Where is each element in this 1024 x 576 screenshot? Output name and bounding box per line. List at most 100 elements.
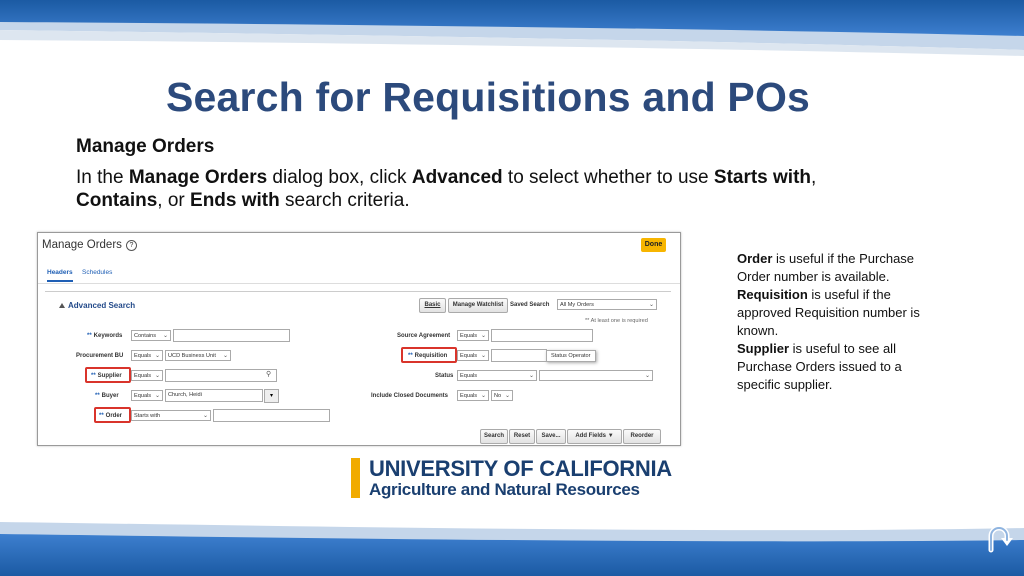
chevron-down-icon: ⌄ <box>154 353 160 359</box>
requisition-highlight <box>401 347 457 363</box>
add-fields-button[interactable]: Add Fields ▼ <box>567 429 622 444</box>
buyer-label: ** Buyer <box>95 393 119 399</box>
instruction-text: In the Manage Orders dialog box, click A… <box>76 166 936 212</box>
search-button[interactable]: Search <box>480 429 508 444</box>
keywords-input[interactable] <box>173 329 290 342</box>
status-label: Status <box>435 373 453 379</box>
logo-line-1: UNIVERSITY OF CALIFORNIA <box>369 456 672 481</box>
status-operator-select[interactable]: Equals ⌄ <box>457 370 537 381</box>
order-highlight <box>94 407 131 423</box>
saved-search-select[interactable]: All My Orders ⌄ <box>557 299 657 310</box>
chevron-down-icon: ⌄ <box>504 393 510 399</box>
instruction-bold: Starts with <box>713 167 812 188</box>
buyer-operator: Equals <box>134 393 152 399</box>
instruction-bold: Manage Orders <box>128 167 268 188</box>
order-operator-select[interactable]: Starts with ⌄ <box>131 410 211 421</box>
bottom-banner <box>0 514 1024 576</box>
note-supplier: Supplier is useful to see all Purchase O… <box>737 340 947 394</box>
instruction-part: In the <box>76 167 129 188</box>
source-agreement-operator: Equals <box>460 333 478 339</box>
dialog-title-text: Manage Orders <box>42 239 122 251</box>
advanced-search-label: Advanced Search <box>68 301 136 310</box>
procurement-bu-value: UCD Business Unit <box>168 353 216 359</box>
basic-button[interactable]: Basic <box>419 298 446 313</box>
status-select[interactable]: ⌄ <box>539 370 653 381</box>
collapse-triangle-icon[interactable] <box>59 303 65 308</box>
note-supplier-term: Supplier <box>737 341 790 356</box>
buyer-label-text: Buyer <box>101 393 119 399</box>
include-closed-value: No <box>494 393 502 399</box>
supplier-operator-select[interactable]: Equals ⌄ <box>131 370 163 381</box>
manage-watchlist-button[interactable]: Manage Watchlist <box>448 298 508 313</box>
save-button[interactable]: Save... <box>536 429 566 444</box>
chevron-down-icon: ⌄ <box>154 393 160 399</box>
chevron-down-icon: ⌄ <box>154 373 160 379</box>
supplier-input[interactable] <box>165 369 277 382</box>
include-closed-operator-select[interactable]: Equals ⌄ <box>457 390 489 401</box>
buyer-input[interactable]: Church, Heidi <box>165 389 263 402</box>
source-agreement-input[interactable] <box>491 329 593 342</box>
order-input[interactable] <box>213 409 330 422</box>
chevron-down-icon: ⌄ <box>202 413 208 419</box>
note-requisition: Requisition is useful if the approved Re… <box>737 286 947 340</box>
saved-search-value: All My Orders <box>560 302 594 308</box>
uc-anr-logo: UNIVERSITY OF CALIFORNIA Agriculture and… <box>351 456 681 501</box>
include-closed-select[interactable]: No ⌄ <box>491 390 513 401</box>
tab-schedules[interactable]: Schedules <box>82 269 112 276</box>
reorder-button[interactable]: Reorder <box>623 429 661 444</box>
include-closed-label: Include Closed Documents <box>371 393 448 399</box>
chevron-down-icon: ⌄ <box>648 302 654 308</box>
procurement-bu-operator-select[interactable]: Equals ⌄ <box>131 350 163 361</box>
required-star: ** <box>95 393 100 399</box>
requisition-operator-select[interactable]: Equals ⌄ <box>457 350 489 361</box>
keywords-label: ** Keywords <box>87 333 122 339</box>
section-subheading: Manage Orders <box>76 136 215 157</box>
status-label-text: Status <box>435 373 454 379</box>
magnifier-icon[interactable]: ⚲ <box>266 370 271 378</box>
chevron-down-icon: ⌄ <box>222 353 228 359</box>
triangle-down-icon: ▼ <box>607 433 614 439</box>
buyer-operator-select[interactable]: Equals ⌄ <box>131 390 163 401</box>
required-note: ** At least one is required <box>585 318 648 324</box>
field-notes: Order is useful if the Purchase Order nu… <box>737 250 947 394</box>
chevron-down-icon: ⌄ <box>528 373 534 379</box>
instruction-part: , <box>811 167 817 188</box>
required-star: ** <box>87 333 92 339</box>
instruction-part: , or <box>157 190 191 211</box>
dialog-tabs: Headers Schedules <box>38 261 680 284</box>
source-agreement-operator-select[interactable]: Equals ⌄ <box>457 330 489 341</box>
dialog-title: Manage Orders? <box>42 239 137 251</box>
note-order-term: Order <box>737 251 773 266</box>
note-order: Order is useful if the Purchase Order nu… <box>737 250 947 286</box>
chevron-down-icon: ⌄ <box>480 333 486 339</box>
done-button[interactable]: Done <box>641 238 666 252</box>
order-operator: Starts with <box>134 413 161 419</box>
add-fields-label: Add Fields <box>575 433 607 439</box>
note-requisition-term: Requisition <box>737 287 808 302</box>
requisition-input[interactable] <box>491 349 547 362</box>
saved-search-label-text: Saved Search <box>510 302 550 308</box>
return-arrow-icon[interactable] <box>985 524 1015 554</box>
reset-button[interactable]: Reset <box>509 429 535 444</box>
supplier-highlight <box>85 367 131 383</box>
supplier-operator: Equals <box>134 373 152 379</box>
tab-headers[interactable]: Headers <box>47 269 73 282</box>
top-banner <box>0 0 1024 64</box>
instruction-part: to select whether to use <box>502 167 714 188</box>
buyer-dropdown-button[interactable]: ▾ <box>264 389 279 403</box>
instruction-bold: Ends with <box>190 190 280 211</box>
include-closed-label-text: Include Closed Documents <box>371 393 449 399</box>
advanced-search-header[interactable]: Advanced Search <box>59 301 135 310</box>
source-agreement-label: Source Agreement <box>397 333 450 339</box>
procurement-bu-select[interactable]: UCD Business Unit ⌄ <box>165 350 231 361</box>
manage-orders-dialog: Manage Orders? Done Headers Schedules Ad… <box>37 232 681 446</box>
procurement-bu-label-text: Procurement BU <box>76 353 124 359</box>
chevron-down-icon: ⌄ <box>644 373 650 379</box>
keywords-operator-select[interactable]: Contains ⌄ <box>131 330 171 341</box>
logo-line-2: Agriculture and Natural Resources <box>369 480 640 499</box>
help-icon[interactable]: ? <box>125 240 137 251</box>
procurement-bu-operator: Equals <box>134 353 152 359</box>
instruction-part: search criteria. <box>279 190 410 211</box>
chevron-down-icon: ⌄ <box>480 353 486 359</box>
instruction-bold: Advanced <box>411 167 503 188</box>
